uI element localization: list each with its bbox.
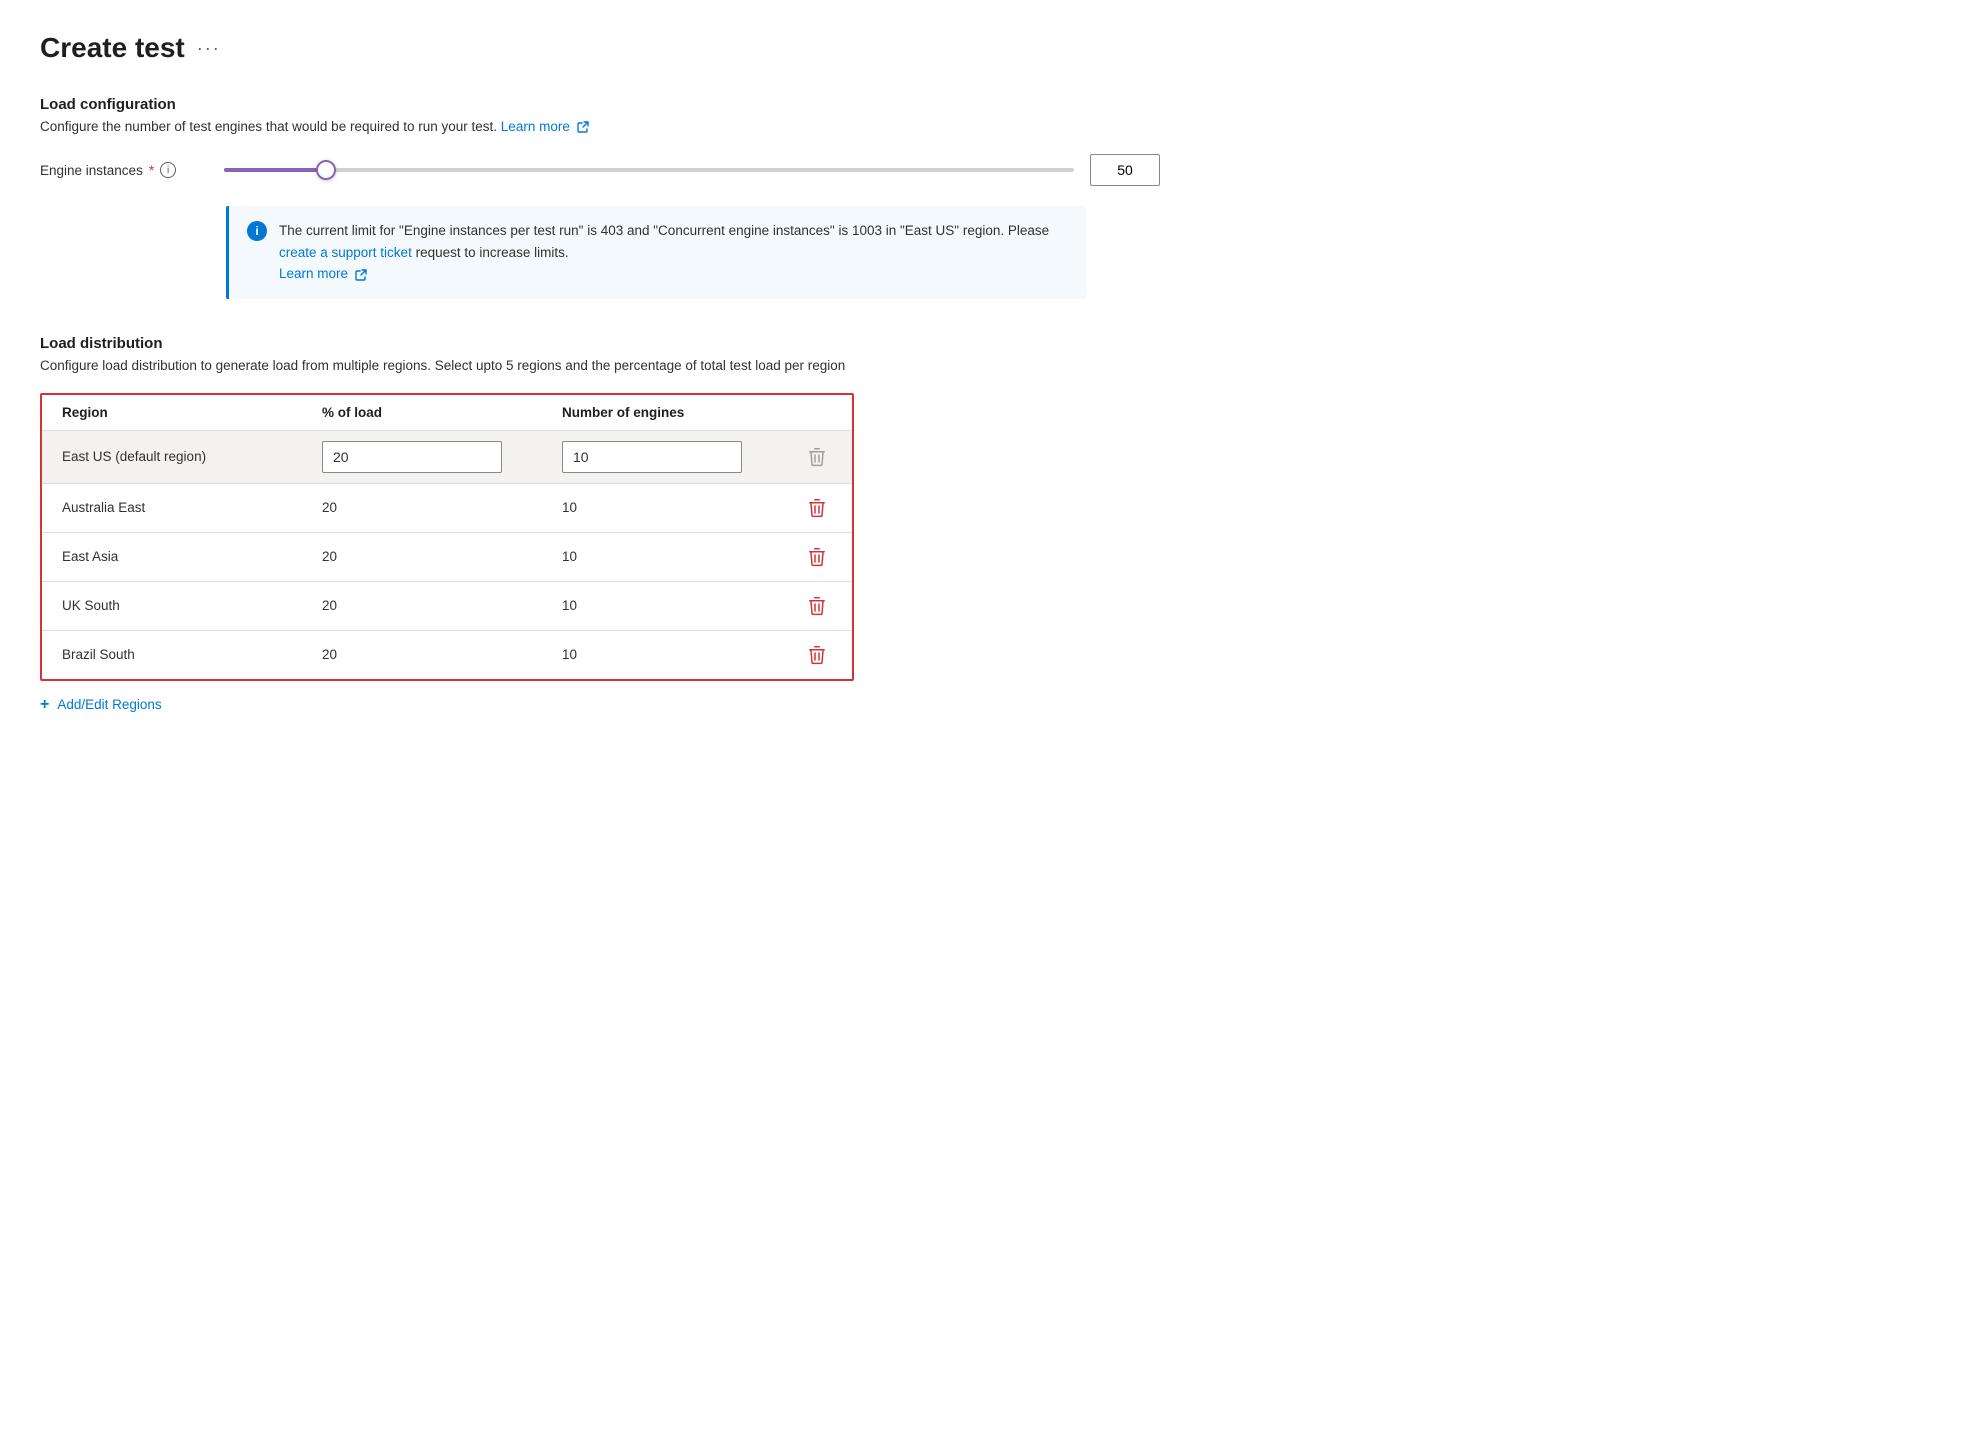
region-load-cell: 20	[302, 483, 542, 532]
engine-instances-input[interactable]	[1090, 154, 1160, 186]
region-action-cell	[782, 430, 852, 483]
add-regions-label: Add/Edit Regions	[57, 697, 161, 712]
col-actions	[782, 395, 852, 431]
engine-instances-row: Engine instances * i	[40, 154, 1160, 186]
region-load-cell: 20	[302, 630, 542, 679]
table-row: Australia East2010	[42, 483, 852, 532]
info-box-icon: i	[247, 221, 267, 241]
page-title-ellipsis: ···	[197, 38, 221, 59]
region-name-cell: Australia East	[42, 483, 302, 532]
trash-icon	[808, 498, 826, 518]
table-row: East US (default region)	[42, 430, 852, 483]
region-engines-cell: 10	[542, 630, 782, 679]
load-config-desc: Configure the number of test engines tha…	[40, 119, 1160, 134]
table-row: Brazil South2010	[42, 630, 852, 679]
engines-input[interactable]	[562, 441, 742, 473]
delete-region-button[interactable]	[802, 494, 832, 522]
table-header-row: Region % of load Number of engines	[42, 395, 852, 431]
load-config-title: Load configuration	[40, 96, 1160, 113]
delete-region-button[interactable]	[802, 592, 832, 620]
delete-region-button[interactable]	[802, 543, 832, 571]
load-config-learn-more-link[interactable]: Learn more	[501, 119, 589, 134]
table-row: East Asia2010	[42, 532, 852, 581]
plus-icon: +	[40, 697, 49, 713]
region-name-cell: East US (default region)	[42, 430, 302, 483]
info-box: i The current limit for "Engine instance…	[226, 206, 1086, 299]
region-action-cell	[782, 532, 852, 581]
load-distribution-section: Load distribution Configure load distrib…	[40, 335, 1160, 713]
delete-region-button	[802, 443, 832, 471]
load-configuration-section: Load configuration Configure the number …	[40, 96, 1160, 299]
slider-thumb[interactable]	[316, 160, 336, 180]
external-link-icon-2	[355, 269, 367, 281]
region-action-cell	[782, 630, 852, 679]
load-dist-title: Load distribution	[40, 335, 1160, 352]
region-name-cell: Brazil South	[42, 630, 302, 679]
region-load-cell: 20	[302, 532, 542, 581]
region-engines-cell: 10	[542, 581, 782, 630]
load-distribution-table-wrapper: Region % of load Number of engines East …	[40, 393, 854, 681]
support-ticket-link[interactable]: create a support ticket	[279, 245, 416, 260]
slider-fill	[224, 168, 326, 172]
load-input[interactable]	[322, 441, 502, 473]
col-load: % of load	[302, 395, 542, 431]
region-load-cell: 20	[302, 581, 542, 630]
region-load-cell[interactable]	[302, 430, 542, 483]
trash-icon	[808, 547, 826, 567]
delete-region-button[interactable]	[802, 641, 832, 669]
engine-instances-label: Engine instances * i	[40, 162, 200, 178]
region-engines-cell[interactable]	[542, 430, 782, 483]
external-link-icon	[577, 121, 589, 133]
info-box-text: The current limit for "Engine instances …	[279, 220, 1068, 285]
add-edit-regions-button[interactable]: + Add/Edit Regions	[40, 697, 162, 713]
table-row: UK South2010	[42, 581, 852, 630]
load-dist-desc: Configure load distribution to generate …	[40, 358, 1160, 373]
col-region: Region	[42, 395, 302, 431]
region-table: Region % of load Number of engines East …	[42, 395, 852, 679]
page-title: Create test	[40, 32, 185, 64]
slider-track[interactable]	[224, 168, 1074, 172]
region-engines-cell: 10	[542, 483, 782, 532]
region-name-cell: East Asia	[42, 532, 302, 581]
col-engines: Number of engines	[542, 395, 782, 431]
page-title-container: Create test ···	[40, 32, 1160, 64]
trash-icon	[808, 596, 826, 616]
engine-instances-slider-container	[224, 154, 1160, 186]
required-indicator: *	[149, 163, 154, 178]
region-action-cell	[782, 581, 852, 630]
trash-icon	[808, 645, 826, 665]
region-name-cell: UK South	[42, 581, 302, 630]
trash-icon	[808, 447, 826, 467]
region-engines-cell: 10	[542, 532, 782, 581]
region-action-cell	[782, 483, 852, 532]
info-learn-more-link[interactable]: Learn more	[279, 266, 367, 281]
engine-instances-info-icon[interactable]: i	[160, 162, 176, 178]
